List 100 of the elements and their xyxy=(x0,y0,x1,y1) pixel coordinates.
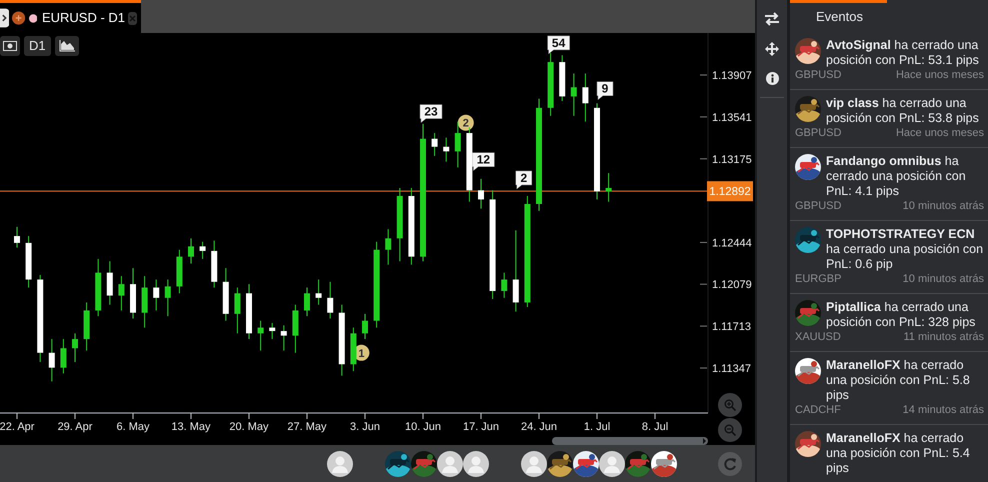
event-message: Piptallica ha cerrado una posición con PnL: 328 pips xyxy=(826,300,976,330)
candlestick xyxy=(26,236,32,288)
annotation: 12 xyxy=(476,152,490,167)
avatar-icon[interactable] xyxy=(463,450,489,476)
ref-line-label: 1.12892 xyxy=(709,186,751,198)
timeframe-button[interactable]: D1 xyxy=(24,36,51,56)
axis-label: 17. Jun xyxy=(462,421,500,433)
status-dot-icon xyxy=(28,14,37,22)
area-chart-icon xyxy=(58,40,75,52)
candlestick xyxy=(362,313,368,340)
candlestick xyxy=(582,73,588,122)
event-message: MaranelloFX ha cerrado una posición con PnL: 5.8 pips xyxy=(826,358,971,403)
trade-flag[interactable]: 54 xyxy=(547,36,570,54)
axis-label: 24. Jun xyxy=(520,421,558,433)
refresh-icon xyxy=(723,456,737,470)
axis-label: 1.13175 xyxy=(712,154,752,166)
candlestick xyxy=(188,238,194,264)
event-symbol: GBPUSD xyxy=(795,199,842,213)
candlestick xyxy=(606,172,612,202)
banknote-icon xyxy=(3,41,17,51)
annotation: 54 xyxy=(552,36,566,50)
event-symbol: GBPUSD xyxy=(795,126,842,140)
avatar-icon[interactable] xyxy=(437,450,463,476)
axis-label: 1.13541 xyxy=(712,112,752,124)
annotation: 9 xyxy=(602,82,609,96)
axis-label: 1.12444 xyxy=(712,237,752,250)
annotation: 2 xyxy=(520,170,528,185)
candlestick xyxy=(269,322,276,340)
event-symbol: XAUUSD xyxy=(795,330,841,344)
event-message: MaranelloFX ha cerrado una posición con PnL: 5.4 pips xyxy=(826,431,971,476)
candlestick xyxy=(432,132,438,156)
annotation: 23 xyxy=(424,104,438,119)
candlestick xyxy=(153,279,160,311)
chart-type-button[interactable] xyxy=(54,36,79,56)
event-message: TOPHOTSTRATEGY ECN ha cerrado una posición con PnL: 0.6 pip xyxy=(826,227,984,272)
axis-label: 20. May xyxy=(229,421,269,433)
candlestick xyxy=(95,258,102,317)
candlestick xyxy=(350,327,356,372)
trade-flag[interactable]: 23 xyxy=(420,104,442,123)
plus-circle-icon xyxy=(12,11,26,25)
events-tab[interactable]: Eventos xyxy=(790,0,887,32)
candlestick xyxy=(385,228,392,266)
candlestick xyxy=(548,52,554,116)
move-icon[interactable] xyxy=(765,42,779,56)
candlestick xyxy=(48,338,55,382)
axis-label: 27. May xyxy=(287,421,327,433)
candlestick xyxy=(222,268,229,322)
candlestick xyxy=(60,338,66,374)
candlestick xyxy=(106,260,113,306)
candlestick xyxy=(258,320,264,351)
candlestick xyxy=(200,241,206,260)
tab-title: EURUSD - D1 xyxy=(42,9,126,28)
axis-label: 3. Jun xyxy=(350,421,380,433)
candlestick xyxy=(280,324,287,351)
candlestick xyxy=(14,226,20,248)
axis-label: 6. May xyxy=(116,421,150,433)
candlestick xyxy=(84,302,90,351)
axis-label: 10. Jun xyxy=(404,421,442,433)
candlestick xyxy=(234,287,240,334)
chart-tab[interactable]: EURUSD - D1 xyxy=(0,0,141,33)
event-message: AvtoSignal ha cerrado una posición con PnL: 53.1 pips xyxy=(826,38,980,68)
candlestick xyxy=(118,276,124,311)
event-message: vip class ha cerrado una posición con PnL: 53.8 pips xyxy=(826,96,980,126)
annotation: 1 xyxy=(358,348,364,360)
axis-label: 1.13907 xyxy=(712,70,752,82)
collapse-handle-icon[interactable] xyxy=(0,8,10,28)
avatar-icon[interactable] xyxy=(599,450,625,476)
event-time: Hace unos meses xyxy=(896,68,984,82)
avatar-icon[interactable] xyxy=(327,450,353,476)
info-icon[interactable] xyxy=(766,72,778,85)
event-time: 10 minutos atrás xyxy=(902,199,984,213)
event-symbol: GBPUSD xyxy=(795,68,842,82)
trade-marker[interactable]: 2 xyxy=(458,114,474,131)
candlestick xyxy=(246,284,252,340)
event-time: 14 minutos atrás xyxy=(902,403,984,417)
candlestick xyxy=(72,332,78,362)
avatar-icon[interactable] xyxy=(521,450,547,476)
candlestick xyxy=(478,178,484,210)
scrollbar[interactable] xyxy=(552,437,708,445)
candlestick xyxy=(176,249,182,294)
axis-label: 1.12079 xyxy=(712,279,752,292)
trade-flag[interactable]: 2 xyxy=(516,170,532,190)
candlestick xyxy=(292,304,298,354)
candlestick xyxy=(570,73,577,116)
swap-arrows-icon[interactable] xyxy=(764,12,780,26)
candlestick xyxy=(443,137,450,162)
money-button[interactable] xyxy=(0,36,20,56)
axis-label: 29. Apr xyxy=(58,421,92,433)
axis-label: 8. Jul xyxy=(642,421,668,433)
axis-label: 22. Apr xyxy=(0,421,34,433)
candlestick xyxy=(327,281,334,319)
candlestick xyxy=(130,268,136,319)
candlestick xyxy=(559,54,566,102)
event-time: 10 minutos atrás xyxy=(902,272,984,286)
candlestick xyxy=(501,272,508,298)
trade-flag[interactable]: 12 xyxy=(472,152,495,171)
zoom-out-icon xyxy=(724,424,736,436)
axis-label: 13. May xyxy=(171,421,211,433)
trade-flag[interactable]: 9 xyxy=(596,81,614,100)
annotation: 2 xyxy=(462,118,469,130)
